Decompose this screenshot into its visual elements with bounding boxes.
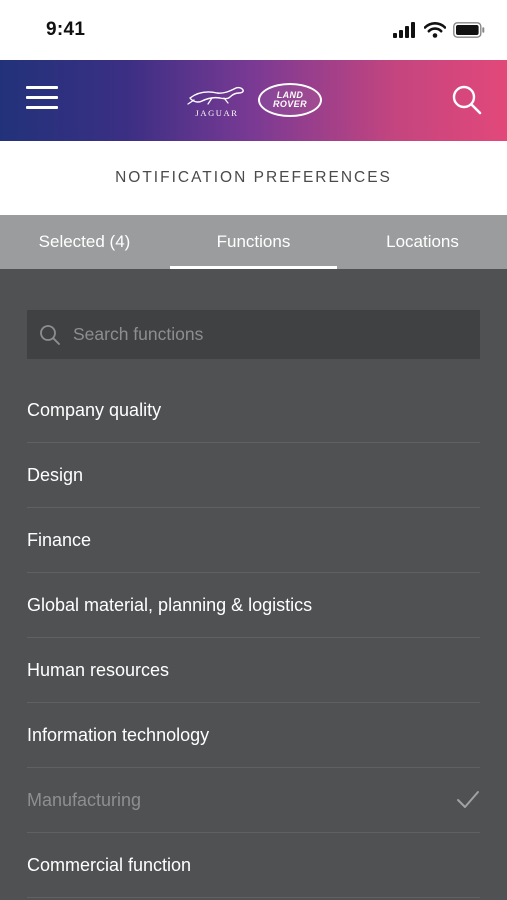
battery-icon bbox=[453, 22, 485, 38]
function-label: Design bbox=[27, 464, 84, 485]
function-label: Commercial function bbox=[27, 854, 192, 875]
function-label: Information technology bbox=[27, 724, 210, 745]
function-item-global-material[interactable]: Global material, planning & logistics bbox=[27, 573, 480, 638]
status-icons bbox=[393, 22, 485, 38]
jaguar-logo: JAGUAR bbox=[184, 82, 250, 118]
tab-locations[interactable]: Locations bbox=[338, 215, 507, 269]
tab-functions[interactable]: Functions bbox=[169, 215, 338, 269]
function-item-company-quality[interactable]: Company quality bbox=[27, 379, 480, 443]
menu-button[interactable] bbox=[26, 86, 58, 114]
function-item-human-resources[interactable]: Human resources bbox=[27, 638, 480, 703]
land-rover-logo: LAND ROVER bbox=[258, 83, 322, 117]
tab-selected[interactable]: Selected (4) bbox=[0, 215, 169, 269]
menu-icon-bar bbox=[26, 86, 58, 89]
function-search-field bbox=[27, 310, 480, 359]
function-label: Global material, planning & logistics bbox=[27, 594, 313, 615]
wifi-icon bbox=[424, 22, 446, 38]
function-label: Human resources bbox=[27, 659, 170, 680]
menu-icon-bar bbox=[26, 96, 58, 99]
function-list: Company quality Design Finance Global ma… bbox=[27, 379, 480, 898]
function-item-finance[interactable]: Finance bbox=[27, 508, 480, 573]
function-item-design[interactable]: Design bbox=[27, 443, 480, 508]
header-search-button[interactable] bbox=[451, 84, 483, 116]
function-label: Company quality bbox=[27, 400, 162, 420]
page-title-bar: NOTIFICATION PREFERENCES bbox=[0, 141, 507, 215]
function-label: Finance bbox=[27, 529, 92, 550]
status-time: 9:41 bbox=[46, 19, 86, 40]
land-rover-wordmark-line2: ROVER bbox=[272, 99, 307, 109]
check-icon bbox=[457, 791, 479, 808]
search-icon bbox=[452, 85, 482, 115]
leaper-icon bbox=[187, 86, 244, 105]
page-title: NOTIFICATION PREFERENCES bbox=[115, 169, 392, 186]
jaguar-wordmark: JAGUAR bbox=[195, 108, 239, 118]
preference-tabs: Selected (4) Functions Locations bbox=[0, 215, 507, 269]
status-bar: 9:41 bbox=[0, 0, 507, 60]
function-label: Manufacturing bbox=[27, 789, 142, 810]
app-header: JAGUAR LAND ROVER bbox=[0, 60, 507, 141]
function-item-information-technology[interactable]: Information technology bbox=[27, 703, 480, 768]
function-item-manufacturing[interactable]: Manufacturing bbox=[27, 768, 480, 833]
function-item-commercial-function[interactable]: Commercial function bbox=[27, 833, 480, 898]
app-screen: 9:41 JAGUAR LAND ROVER NOTIFICATION PREF… bbox=[0, 0, 507, 900]
function-search-input[interactable] bbox=[61, 310, 480, 359]
signal-icon bbox=[393, 22, 415, 38]
menu-icon-bar bbox=[26, 106, 58, 109]
search-icon bbox=[40, 324, 60, 345]
